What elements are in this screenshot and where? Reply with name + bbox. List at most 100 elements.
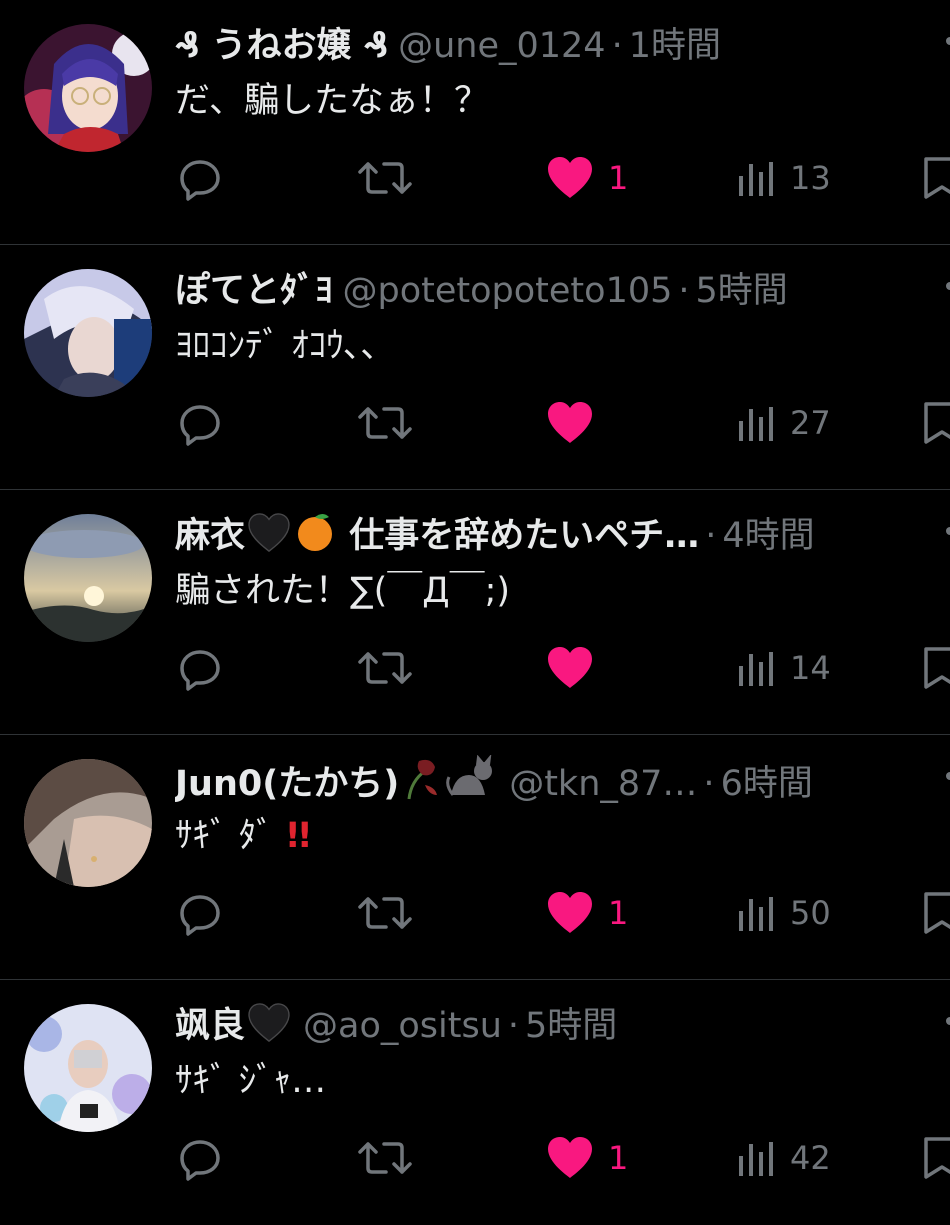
reply-icon xyxy=(180,650,220,691)
like-icon xyxy=(548,402,592,443)
handle[interactable]: @une_0124 xyxy=(398,26,605,66)
timestamp[interactable]: 4時間 xyxy=(722,516,814,556)
timestamp[interactable]: 1時間 xyxy=(629,26,721,66)
views-button[interactable]: 50 xyxy=(736,885,831,941)
like-button[interactable] xyxy=(546,395,594,451)
more-icon[interactable] xyxy=(936,1006,950,1036)
reply-button[interactable] xyxy=(176,640,224,696)
display-name[interactable]: Jun0(たかち) xyxy=(175,755,499,804)
tweet-header: Jun0(たかち) @tkn_87… · 6時間 xyxy=(175,755,935,807)
like-icon xyxy=(548,1137,592,1178)
like-button[interactable]: 1 xyxy=(546,150,628,206)
display-name[interactable]: ぽてとﾀﾞﾖ xyxy=(175,271,333,311)
action-bar: 1 42 xyxy=(0,1130,950,1186)
avatar[interactable] xyxy=(24,514,152,642)
handle[interactable]: @tkn_87… xyxy=(509,764,697,804)
more-icon[interactable] xyxy=(936,271,950,301)
action-bar: 1 13 xyxy=(0,150,950,206)
separator: · xyxy=(678,271,690,311)
tweet-5[interactable]: 飒良 @ao_ositsu · 5時間 ｻｷﾞ ｼﾞｬ… 1 42 xyxy=(0,980,950,1225)
view-count: 14 xyxy=(790,649,831,687)
avatar[interactable] xyxy=(24,759,152,887)
action-bar: 14 xyxy=(0,640,950,696)
reply-icon xyxy=(180,160,220,201)
like-button[interactable]: 1 xyxy=(546,885,628,941)
bookmark-button[interactable] xyxy=(922,1130,950,1186)
bookmark-button[interactable] xyxy=(922,150,950,206)
handle[interactable]: @potetopoteto105 xyxy=(343,271,673,311)
retweet-icon xyxy=(358,407,412,439)
views-icon xyxy=(739,162,773,196)
black-heart-emoji xyxy=(248,1003,290,1043)
view-count: 13 xyxy=(790,159,831,197)
retweet-button[interactable] xyxy=(356,885,414,941)
retweet-icon xyxy=(358,162,412,194)
tweet-1[interactable]: ₰ うねお嬢 ₰ @une_0124 · 1時間 だ、騙したなぁ！？ 1 13 xyxy=(0,0,950,245)
tweet-4[interactable]: Jun0(たかち) @tkn_87… · 6時間 ｻｷﾞ ﾀﾞ !! 1 50 xyxy=(0,735,950,980)
display-name[interactable]: 飒良 xyxy=(175,1003,293,1046)
retweet-button[interactable] xyxy=(356,640,414,696)
views-icon xyxy=(739,407,773,441)
tweet-header: 麻衣 仕事を辞めたいペチ… · 4時間 xyxy=(175,510,935,562)
tweet-header: 飒良 @ao_ositsu · 5時間 xyxy=(175,1000,935,1052)
reply-button[interactable] xyxy=(176,885,224,941)
like-button[interactable]: 1 xyxy=(546,1130,628,1186)
like-icon xyxy=(548,892,592,933)
reply-icon xyxy=(180,405,220,446)
bookmark-icon xyxy=(924,892,950,934)
bookmark-button[interactable] xyxy=(922,395,950,451)
like-count: 1 xyxy=(608,1139,629,1177)
like-icon xyxy=(548,157,592,198)
like-count: 1 xyxy=(608,159,629,197)
tweet-3[interactable]: 麻衣 仕事を辞めたいペチ… · 4時間 騙された！∑(￣Д￣;) 14 xyxy=(0,490,950,735)
like-icon xyxy=(548,647,592,688)
timestamp[interactable]: 6時間 xyxy=(721,764,813,804)
retweet-icon xyxy=(358,1142,412,1174)
separator: · xyxy=(611,26,623,66)
views-button[interactable]: 13 xyxy=(736,150,831,206)
reply-button[interactable] xyxy=(176,395,224,451)
reply-button[interactable] xyxy=(176,1130,224,1186)
timestamp[interactable]: 5時間 xyxy=(525,1006,617,1046)
display-name[interactable]: 麻衣 仕事を辞めたいペチ… xyxy=(175,513,699,556)
retweet-button[interactable] xyxy=(356,395,414,451)
view-count: 42 xyxy=(790,1139,831,1177)
tweet-text: ｻｷﾞ ﾀﾞ !! xyxy=(175,816,313,856)
views-button[interactable]: 27 xyxy=(736,395,831,451)
more-icon[interactable] xyxy=(936,26,950,56)
tweet-text: ﾖﾛｺﾝﾃﾞ ｵｺｳ､､ xyxy=(175,326,379,366)
retweet-icon xyxy=(358,897,412,929)
tweet-header: ぽてとﾀﾞﾖ @potetopoteto105 · 5時間 xyxy=(175,265,935,317)
handle[interactable]: @ao_ositsu xyxy=(303,1006,502,1046)
separator: · xyxy=(507,1006,520,1046)
display-name[interactable]: ₰ うねお嬢 ₰ xyxy=(175,26,388,66)
like-button[interactable] xyxy=(546,640,594,696)
more-icon[interactable] xyxy=(936,761,950,791)
views-button[interactable]: 42 xyxy=(736,1130,831,1186)
bookmark-button[interactable] xyxy=(922,885,950,941)
bookmark-icon xyxy=(924,647,950,689)
timeline: ₰ うねお嬢 ₰@une_0124·1時間 だ、騙したなぁ！？ 1 13 xyxy=(0,0,950,1199)
bookmark-icon xyxy=(924,402,950,444)
tweet-text: だ、騙したなぁ！？ xyxy=(175,81,489,121)
avatar[interactable] xyxy=(24,24,152,152)
timestamp[interactable]: 5時間 xyxy=(696,271,788,311)
double-exclamation-emoji: !! xyxy=(284,816,313,856)
retweet-icon xyxy=(358,652,412,684)
separator: · xyxy=(703,764,715,804)
reply-button[interactable] xyxy=(176,150,224,206)
action-bar: 1 50 xyxy=(0,885,950,941)
retweet-button[interactable] xyxy=(356,1130,414,1186)
action-bar: 27 xyxy=(0,395,950,451)
avatar[interactable] xyxy=(24,269,152,397)
tweet-2[interactable]: ぽてとﾀﾞﾖ @potetopoteto105 · 5時間 ﾖﾛｺﾝﾃﾞ ｵｺｳ､､ … xyxy=(0,245,950,490)
view-count: 27 xyxy=(790,404,831,442)
avatar[interactable] xyxy=(24,1004,152,1132)
wilted-rose-emoji xyxy=(407,759,438,800)
like-count: 1 xyxy=(608,894,629,932)
orange-emoji xyxy=(298,514,333,551)
retweet-button[interactable] xyxy=(356,150,414,206)
views-button[interactable]: 14 xyxy=(736,640,831,696)
bookmark-button[interactable] xyxy=(922,640,950,696)
more-icon[interactable] xyxy=(936,516,950,546)
